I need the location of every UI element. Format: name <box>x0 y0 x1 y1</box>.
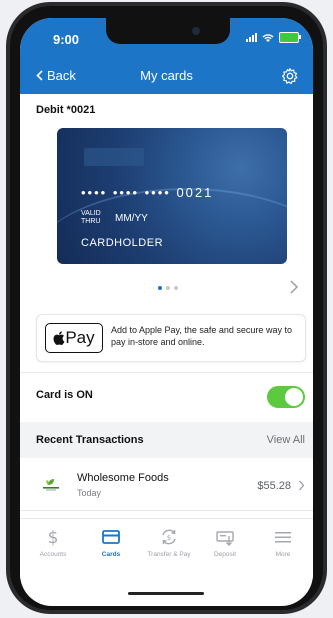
chevron-right-icon[interactable] <box>289 280 299 294</box>
transfer-icon: $ <box>162 529 176 545</box>
transaction-date: Today <box>77 488 102 498</box>
valid-thru-label: VALID THRU <box>81 210 101 225</box>
tab-label: More <box>275 551 291 558</box>
card-number: •••• •••• •••• 0021 <box>81 185 214 200</box>
apple-icon <box>53 331 65 345</box>
status-icons <box>246 32 301 43</box>
card-status-label: Card is ON <box>36 389 93 401</box>
page-title: My cards <box>140 68 193 83</box>
tab-label: Transfer & Pay <box>147 551 191 558</box>
card-on-toggle[interactable] <box>267 386 305 408</box>
svg-text:$: $ <box>167 534 171 542</box>
menu-icon <box>275 532 291 543</box>
card-expiry: MM/YY <box>115 213 148 224</box>
divider <box>20 372 313 373</box>
dollar-icon: $ <box>48 528 59 547</box>
gear-icon[interactable] <box>281 67 299 85</box>
page-dot <box>158 286 162 290</box>
page-dot <box>166 286 170 290</box>
debit-card[interactable]: •••• •••• •••• 0021 VALID THRU MM/YY CAR… <box>57 128 287 264</box>
tab-cards[interactable]: Cards <box>82 527 140 558</box>
svg-text:$: $ <box>48 528 59 547</box>
signal-icon <box>246 33 257 42</box>
divider <box>20 510 313 511</box>
card-logo-placeholder <box>84 148 144 166</box>
camera <box>192 27 200 35</box>
apple-pay-banner[interactable]: Pay Add to Apple Pay, the safe and secur… <box>36 314 306 362</box>
page-indicator <box>158 286 178 290</box>
tab-transfer-pay[interactable]: $ Transfer & Pay <box>140 527 198 558</box>
tab-deposit[interactable]: Deposit <box>196 527 254 558</box>
phone-screen: 9:00 Back My cards Debit *0021 •••• ••••… <box>20 18 313 606</box>
toggle-knob <box>285 388 303 406</box>
nav-bar: Back My cards <box>20 58 313 94</box>
merchant-logo-icon <box>43 479 59 491</box>
tab-label: Cards <box>101 551 121 558</box>
apple-pay-description: Add to Apple Pay, the safe and secure wa… <box>111 325 292 347</box>
battery-icon <box>279 32 301 43</box>
merchant-name: Wholesome Foods <box>77 472 169 484</box>
card-icon <box>102 530 120 544</box>
transaction-row[interactable]: Wholesome Foods Today $55.28 <box>20 458 313 510</box>
tab-label: Deposit <box>213 551 237 558</box>
page-dot <box>174 286 178 290</box>
apple-pay-badge[interactable]: Pay <box>45 323 103 353</box>
card-holder: CARDHOLDER <box>81 237 164 249</box>
home-indicator[interactable] <box>128 592 204 595</box>
tab-bar: $ Accounts Cards $ Transfer & Pay Deposi… <box>20 518 313 579</box>
apple-pay-text: Pay <box>65 328 95 347</box>
transaction-amount: $55.28 <box>257 480 291 492</box>
recent-transactions-header: Recent Transactions View All <box>20 422 313 458</box>
recent-transactions-title: Recent Transactions <box>36 434 144 446</box>
view-all-link[interactable]: View All <box>267 434 305 446</box>
deposit-icon <box>216 531 234 546</box>
tab-accounts[interactable]: $ Accounts <box>24 527 82 558</box>
chevron-right-icon <box>299 480 305 491</box>
wifi-icon <box>262 33 274 42</box>
status-time: 9:00 <box>53 32 80 47</box>
card-title: Debit *0021 <box>36 104 96 116</box>
tab-label: Accounts <box>39 551 67 558</box>
tab-more[interactable]: More <box>254 527 312 558</box>
notch <box>106 18 230 44</box>
